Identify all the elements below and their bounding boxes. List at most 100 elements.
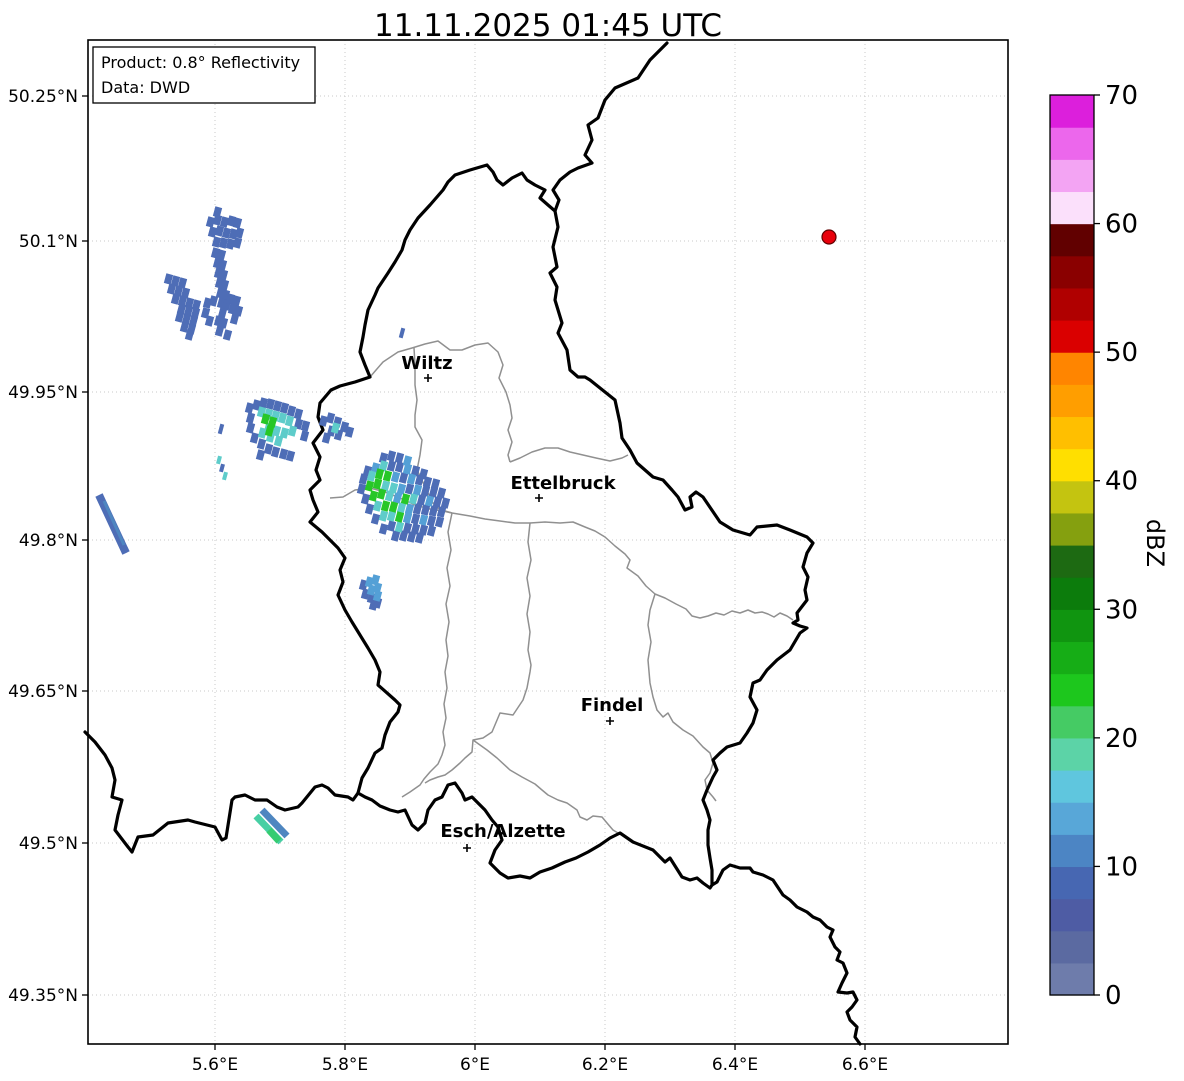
radar-echo-cell	[245, 422, 256, 434]
district-borders	[329, 340, 794, 834]
radar-echo-cell	[380, 500, 391, 512]
radar-echo-cell	[402, 512, 413, 524]
colorbar-band	[1050, 577, 1094, 610]
radar-echo-cell	[388, 501, 399, 513]
radar-echo-cell	[418, 514, 429, 526]
colorbar-axis-label: dBZ	[1141, 519, 1169, 567]
radar-echo-cell	[424, 495, 435, 507]
city-label: Wiltz	[401, 353, 452, 374]
colorbar-band	[1050, 609, 1094, 643]
radar-echo-cell	[256, 438, 267, 450]
country-border-path	[83, 730, 360, 854]
radar-echo-cell	[386, 450, 397, 462]
radar-echo-cell	[392, 492, 403, 504]
x-axis-tick-label: 6.2°E	[582, 1055, 628, 1075]
colorbar-band	[1050, 962, 1094, 996]
y-axis-tick-label: 49.8°N	[19, 531, 78, 551]
district-border-path	[647, 593, 717, 802]
country-borders	[83, 41, 862, 1046]
colorbar-tick-label: 20	[1105, 724, 1138, 754]
district-border-path	[509, 447, 629, 463]
colorbar-band	[1050, 320, 1094, 353]
colorbar-band	[1050, 448, 1094, 482]
colorbar-band	[1050, 416, 1094, 450]
radar-echo-cell	[372, 478, 383, 490]
radar-map-figure: WiltzEttelbruckFindelEsch/Alzette 5.6°E 5…	[8, 8, 1169, 1075]
colorbar-tick-label: 30	[1105, 595, 1138, 625]
colorbar-band	[1050, 673, 1094, 707]
radar-echo-cell	[299, 430, 310, 442]
colorbar-band	[1050, 834, 1094, 868]
radar-echo-cell	[216, 455, 222, 465]
colorbar-band	[1050, 191, 1094, 225]
city-marker	[463, 844, 471, 852]
radar-echo-cell	[436, 487, 447, 499]
city-marker	[424, 374, 432, 382]
colorbar: 0 10 20 30 40 50 60 70	[1049, 81, 1138, 1011]
colorbar-band	[1050, 127, 1094, 160]
x-axis-tick-label: 5.8°E	[322, 1055, 368, 1075]
radar-echo-streak	[95, 493, 130, 555]
colorbar-tick-label: 70	[1105, 81, 1138, 111]
colorbar-band	[1050, 898, 1094, 932]
radar-echo-cell	[398, 472, 409, 484]
radar-echo-cell	[372, 500, 383, 512]
colorbar-band	[1050, 545, 1094, 578]
plot-title: 11.11.2025 01:45 UTC	[374, 8, 722, 44]
colorbar-band	[1050, 352, 1094, 385]
colorbar-band	[1050, 287, 1094, 321]
radar-echo-cell	[364, 503, 375, 515]
colorbar-band	[1050, 866, 1094, 900]
country-border-path	[551, 41, 669, 213]
radar-echo-cell	[273, 435, 284, 447]
colorbar-tick-label: 0	[1105, 981, 1122, 1011]
radar-echo-cell	[378, 510, 389, 522]
district-border-path	[401, 512, 453, 798]
radar-echo-cell	[390, 530, 401, 542]
city-marker	[606, 717, 614, 725]
y-axis-tick-label: 49.65°N	[8, 682, 78, 702]
colorbar-band	[1050, 737, 1094, 771]
x-axis-tick-label: 6.4°E	[712, 1055, 758, 1075]
city-label: Findel	[581, 695, 644, 716]
colorbar-band	[1050, 255, 1094, 289]
radar-echo-cell	[400, 493, 411, 505]
radar-echo-cell	[360, 493, 371, 505]
radar-echo-cell	[217, 423, 225, 435]
radar-echo-cell	[410, 513, 421, 525]
radar-echo-cell	[408, 493, 419, 505]
city-marker	[535, 494, 543, 502]
radar-echo-cell	[420, 504, 431, 516]
radar-echo-cell	[229, 313, 240, 325]
colorbar-band	[1050, 223, 1094, 257]
y-axis-tick-label: 49.95°N	[8, 383, 78, 403]
y-axis-tick-label: 49.5°N	[19, 834, 78, 854]
axis-ticks-labels: 5.6°E 5.8°E 6°E 6.2°E 6.4°E 6.6°E 50.25°N 50.1°…	[8, 87, 888, 1075]
radar-echo-cell	[287, 425, 298, 437]
radar-echo-cell	[214, 325, 225, 337]
radar-echo-cell	[426, 525, 437, 537]
radar-echo-cell	[432, 496, 443, 508]
colorbar-band	[1050, 930, 1094, 964]
district-border-path	[472, 739, 619, 834]
radar-echoes	[95, 206, 451, 845]
product-info-line2: Data: DWD	[101, 78, 190, 97]
radar-echo-cell	[219, 463, 225, 473]
colorbar-band	[1050, 159, 1094, 193]
grid-lines	[88, 40, 1008, 1044]
radar-echo-cell	[245, 412, 256, 424]
radar-echo-cell	[426, 515, 437, 527]
radar-echo-cell	[208, 295, 219, 307]
radar-echo-cell	[386, 460, 397, 472]
y-axis-tick-label: 50.1°N	[19, 232, 78, 252]
colorbar-tick-label: 10	[1105, 852, 1138, 882]
radar-echo-cell	[398, 327, 406, 339]
radar-echo-cell	[325, 412, 336, 424]
city-label: Esch/Alzette	[440, 821, 565, 842]
radar-echo-cell	[356, 483, 367, 495]
colorbar-tick-label: 60	[1105, 210, 1138, 240]
city-label: Ettelbruck	[510, 473, 616, 494]
radar-echo-cell	[386, 520, 397, 532]
colorbar-band	[1050, 641, 1094, 675]
radar-echo-cell	[255, 449, 266, 461]
